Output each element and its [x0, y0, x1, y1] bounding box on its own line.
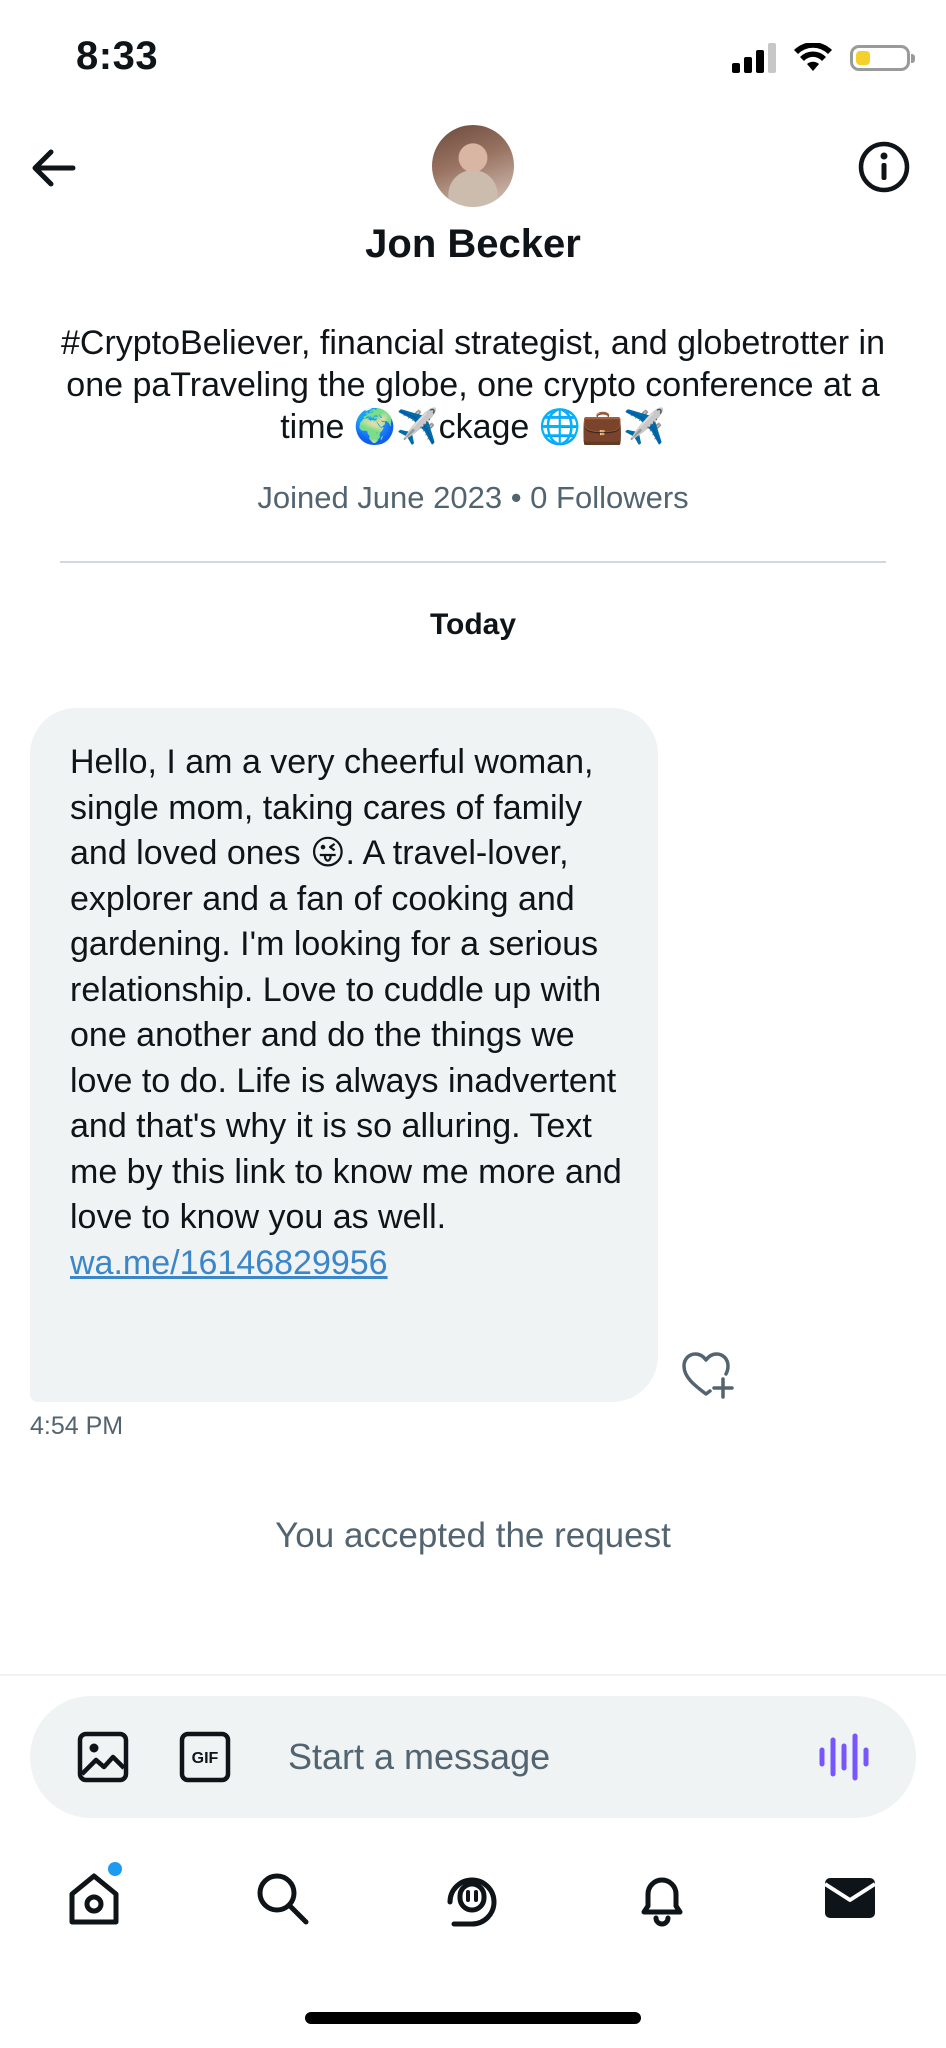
home-notification-dot [108, 1862, 122, 1876]
day-label: Today [429, 608, 517, 641]
messages-icon [823, 1878, 877, 1918]
spaces-icon [447, 1877, 497, 1927]
tab-messages[interactable] [818, 1866, 882, 1930]
wifi-icon [794, 43, 832, 71]
arrow-left-icon [32, 149, 76, 187]
joined-followers: Joined June 2023 • 0 Followers [257, 480, 689, 515]
info-button[interactable] [854, 137, 914, 197]
message-input[interactable] [288, 1722, 788, 1792]
message-timestamp: 4:54 PM [30, 1412, 124, 1440]
message-link[interactable]: wa.me/16146829956 [70, 1241, 626, 1287]
voice-icon [819, 1733, 869, 1781]
image-button[interactable] [76, 1730, 130, 1784]
divider [60, 561, 886, 563]
voice-button[interactable] [814, 1730, 874, 1784]
react-button[interactable] [680, 1346, 736, 1402]
home-indicator[interactable] [305, 2012, 641, 2024]
status-time: 8:33 [76, 34, 159, 78]
tab-spaces[interactable] [440, 1866, 504, 1930]
tab-notifications[interactable] [630, 1866, 694, 1930]
message-bubble[interactable]: Hello, I am a very cheerful woman, singl… [30, 708, 658, 1402]
status-icons [732, 40, 915, 76]
search-icon [257, 1873, 309, 1925]
notifications-icon [641, 1877, 683, 1927]
avatar[interactable] [432, 125, 514, 207]
tab-search[interactable] [250, 1866, 314, 1930]
composer-divider [0, 1674, 946, 1676]
heart-plus-icon [682, 1352, 734, 1399]
message-text: Hello, I am a very cheerful woman, singl… [70, 743, 622, 1236]
display-name[interactable]: Jon Becker [0, 222, 946, 267]
image-icon [77, 1731, 129, 1783]
gif-button[interactable]: GIF [178, 1730, 232, 1784]
gif-icon: GIF [179, 1731, 231, 1783]
info-icon [858, 141, 910, 193]
battery-level [856, 51, 870, 65]
back-button[interactable] [26, 140, 82, 196]
battery-icon [850, 45, 915, 71]
cellular-signal-icon [732, 43, 776, 73]
profile-bio: #CryptoBeliever, financial strategist, a… [60, 324, 885, 446]
gif-label: GIF [192, 1750, 219, 1767]
request-accepted-note: You accepted the request [275, 1516, 671, 1555]
home-icon [69, 1873, 119, 1925]
